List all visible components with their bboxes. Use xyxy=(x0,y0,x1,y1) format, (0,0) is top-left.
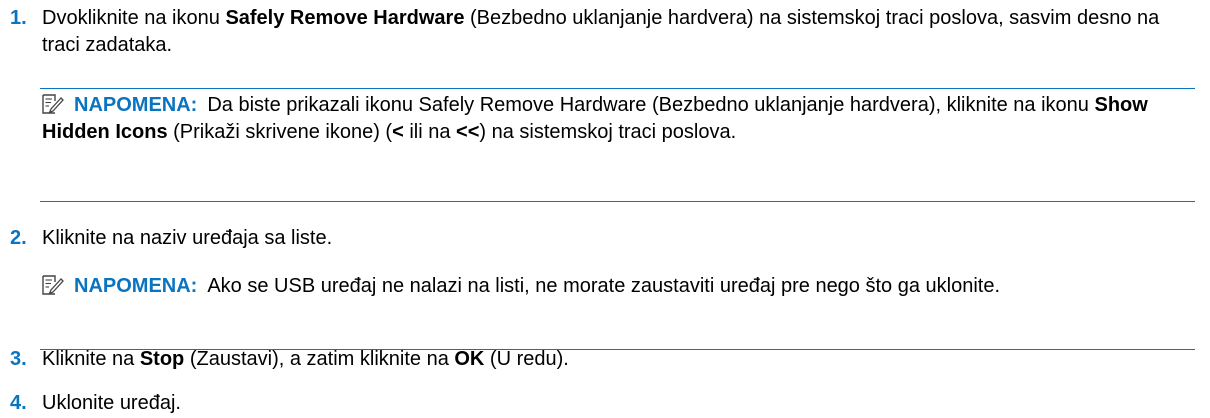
note-label: NAPOMENA: xyxy=(74,275,198,297)
note-text: NAPOMENA: Da biste prikazali ikonu Safely… xyxy=(42,94,1148,143)
step-number: 4. xyxy=(10,392,27,414)
step-text: Kliknite na naziv uređaja sa liste. xyxy=(42,227,333,249)
ui-term-stop: Stop xyxy=(139,348,185,370)
document-page: 1. Dvokliknite na ikonu Safely Remove Ha… xyxy=(0,0,1210,418)
ui-term-ok: OK xyxy=(454,348,485,370)
step-number: 3. xyxy=(10,348,27,370)
step-number: 1. xyxy=(10,7,27,29)
step-1: 1. Dvokliknite na ikonu Safely Remove Ha… xyxy=(0,5,1210,61)
note-text: NAPOMENA: Ako se USB uređaj ne nalazi na … xyxy=(74,275,1001,297)
step-text: Uklonite uređaj. xyxy=(42,392,181,414)
step-number: 2. xyxy=(10,227,27,249)
step-2: 2. Kliknite na naziv uređaja sa liste. xyxy=(0,225,1210,253)
step-3: 3. Kliknite na Stop (Zaustavi), a zatim … xyxy=(0,346,1210,374)
note-box: NAPOMENA: Da biste prikazali ikonu Safely… xyxy=(40,88,1195,202)
step-text: Dvokliknite na ikonu Safely Remove Hardw… xyxy=(42,7,1160,56)
ui-term-safely-remove-hardware: Safely Remove Hardware xyxy=(225,7,465,29)
note-label: NAPOMENA: xyxy=(74,94,198,116)
note-box: NAPOMENA: Ako se USB uređaj ne nalazi na … xyxy=(40,260,1195,350)
step-text: Kliknite na Stop (Zaustavi), a zatim kli… xyxy=(42,348,569,370)
step-4: 4. Uklonite uređaj. xyxy=(0,390,1210,418)
